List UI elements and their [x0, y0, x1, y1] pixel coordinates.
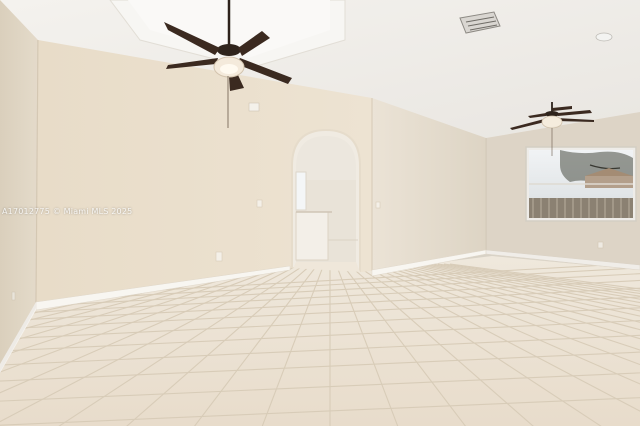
- outlet: [215, 251, 223, 262]
- watermark-text: A17012775 © Miami MLS 2025: [2, 207, 133, 216]
- wall-switch: [256, 199, 263, 208]
- interior-window: [295, 171, 307, 211]
- kitchen-counter: [295, 211, 329, 261]
- thermostat: [248, 102, 260, 112]
- smoke-detector-icon: [595, 32, 613, 42]
- room-photo: A17012775 © Miami MLS 2025: [0, 0, 640, 426]
